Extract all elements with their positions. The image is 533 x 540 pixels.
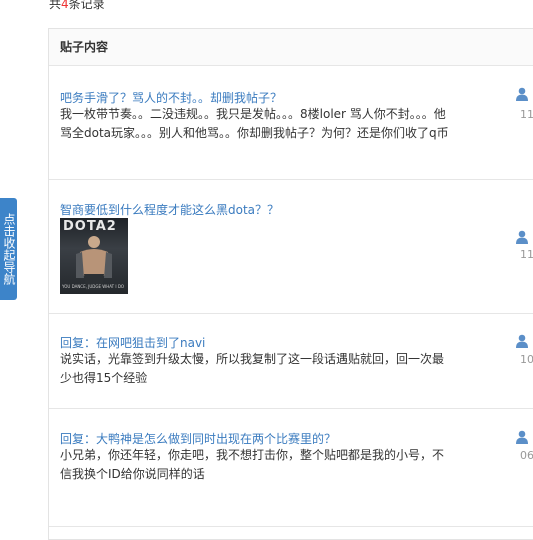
posts-panel: 贴子内容 吧务手滑了？骂人的不封。。却删我帖子？ 我一枚带节奏。。二没违规。。我…: [48, 28, 533, 540]
user-icon[interactable]: [515, 430, 529, 444]
panel-header: 贴子内容: [49, 29, 533, 66]
post-meta: 11: [520, 248, 533, 261]
collapse-nav-label: 点击收起导航: [2, 213, 16, 285]
record-count-suffix: 条记录: [68, 0, 105, 11]
post-title-link[interactable]: 回复：大鸭神是怎么做到同时出现在两个比赛里的？: [60, 430, 336, 447]
user-icon[interactable]: [515, 334, 529, 348]
post-body: 我一枚带节奏。。二没违规。。我只是发帖。。。8楼loler 骂人你不封。。。他骂…: [60, 107, 449, 140]
record-count-number: 4: [61, 0, 69, 11]
post-body: 说实话，光靠签到升级太慢，所以我复制了这一段话遇贴就回，回一次最少也得15个经验: [60, 352, 445, 385]
post-title-link[interactable]: 吧务手滑了？骂人的不封。。却删我帖子？: [60, 89, 282, 106]
post-thumbnail[interactable]: DOTA2 YOU DANCE, JUDGE WHAT I DO: [60, 218, 128, 294]
post-meta: 11: [520, 108, 533, 121]
record-count: 共4条记录: [49, 0, 105, 12]
post-meta: 06: [520, 449, 533, 462]
record-count-prefix: 共: [49, 0, 62, 11]
post-body: 小兄弟，你还年轻，你走吧，我不想打击你，整个贴吧都是我的小号，不信我换个ID给你…: [60, 448, 445, 481]
user-icon[interactable]: [515, 230, 529, 244]
thumbnail-figure: [76, 236, 112, 290]
post-item: 回复：在网吧狙击到了navi 说实话，光靠签到升级太慢，所以我复制了这一段话遇贴…: [49, 313, 533, 409]
post-item: 吧务手滑了？骂人的不封。。却删我帖子？ 我一枚带节奏。。二没违规。。我只是发帖。…: [49, 66, 533, 180]
post-item: 回复：大鸭神是怎么做到同时出现在两个比赛里的？ 小兄弟，你还年轻，你走吧，我不想…: [49, 408, 533, 527]
user-icon[interactable]: [515, 87, 529, 101]
post-item: 智商要低到什么程度才能这么黑dota？？ DOTA2 YOU DANCE, JU…: [49, 179, 533, 314]
post-title-link[interactable]: 智商要低到什么程度才能这么黑dota？？: [60, 201, 279, 218]
thumbnail-title: DOTA2: [63, 219, 117, 234]
collapse-nav-tab[interactable]: 点击收起导航: [0, 198, 17, 300]
post-meta: 10: [520, 353, 533, 366]
thumbnail-caption: YOU DANCE, JUDGE WHAT I DO: [62, 284, 125, 289]
post-title-link[interactable]: 回复：在网吧狙击到了navi: [60, 334, 205, 351]
